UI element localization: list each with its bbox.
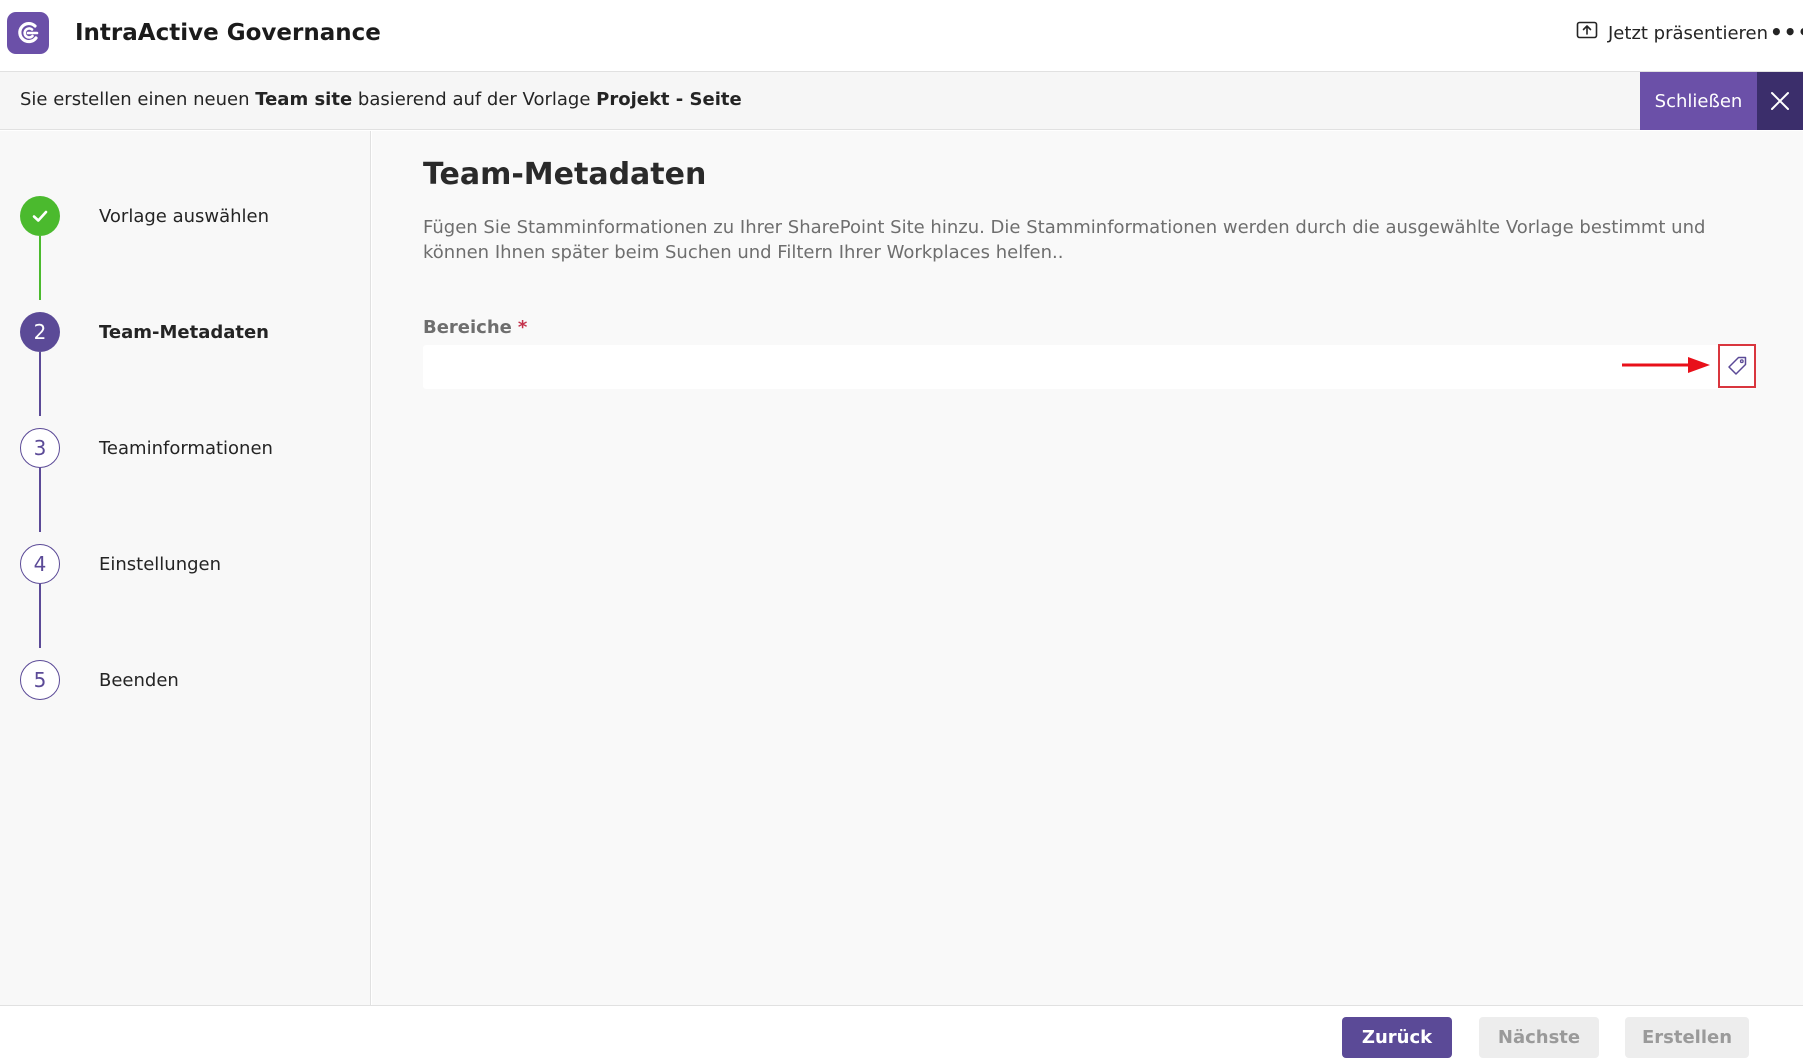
info-banner: Sie erstellen einen neuen Team site basi… <box>0 72 1803 130</box>
more-options-icon[interactable]: ••• <box>1770 18 1803 46</box>
app-title: IntraActive Governance <box>75 20 381 46</box>
create-button[interactable]: Erstellen <box>1625 1017 1749 1058</box>
step-3-circle[interactable]: 3 <box>20 428 60 468</box>
banner-middle: basierend auf der Vorlage <box>352 89 597 110</box>
bereiche-input[interactable] <box>423 345 1756 389</box>
close-button[interactable]: Schließen <box>1640 72 1757 130</box>
close-icon[interactable] <box>1757 72 1803 130</box>
step-2-circle[interactable]: 2 <box>20 312 60 352</box>
step-4-circle[interactable]: 4 <box>20 544 60 584</box>
banner-site-type: Team site <box>255 89 353 110</box>
tag-picker-button[interactable] <box>1718 344 1756 388</box>
step-1-label[interactable]: Vorlage auswählen <box>99 206 269 227</box>
bereiche-label: Bereiche * <box>423 317 527 338</box>
page-title: Team-Metadaten <box>423 157 707 192</box>
back-button[interactable]: Zurück <box>1342 1017 1452 1058</box>
required-mark: * <box>517 317 528 338</box>
step-3-label[interactable]: Teaminformationen <box>99 438 273 459</box>
banner-prefix: Sie erstellen einen neuen <box>20 89 256 110</box>
step-connector <box>39 236 41 300</box>
bereiche-label-text: Bereiche <box>423 317 512 338</box>
app-logo-icon <box>7 12 49 54</box>
app-bar: IntraActive Governance Jetzt präsentiere… <box>0 0 1803 72</box>
present-icon <box>1576 21 1598 46</box>
step-5-label[interactable]: Beenden <box>99 670 179 691</box>
step-2-label[interactable]: Team-Metadaten <box>99 322 269 343</box>
annotation-arrow-icon <box>1622 357 1710 373</box>
step-connector <box>39 352 41 416</box>
step-5-circle[interactable]: 5 <box>20 660 60 700</box>
next-button[interactable]: Nächste <box>1479 1017 1599 1058</box>
step-connector <box>39 584 41 648</box>
main-content: Team-Metadaten Fügen Sie Stamminformatio… <box>372 131 1803 1005</box>
tag-icon <box>1728 356 1747 375</box>
wizard-stepper: Vorlage auswählen 2 Team-Metadaten 3 Tea… <box>0 131 371 1005</box>
banner-template-name: Projekt - Seite <box>596 89 742 110</box>
banner-text: Sie erstellen einen neuen Team site basi… <box>20 89 742 110</box>
step-1-check-icon[interactable] <box>20 196 60 236</box>
wizard-footer: Zurück Nächste Erstellen <box>0 1005 1803 1064</box>
step-4-label[interactable]: Einstellungen <box>99 554 221 575</box>
page-description: Fügen Sie Stamminformationen zu Ihrer Sh… <box>423 217 1706 263</box>
present-now-label: Jetzt präsentieren <box>1608 22 1769 44</box>
step-connector <box>39 468 41 532</box>
present-now-button[interactable]: Jetzt präsentieren <box>1576 20 1768 46</box>
